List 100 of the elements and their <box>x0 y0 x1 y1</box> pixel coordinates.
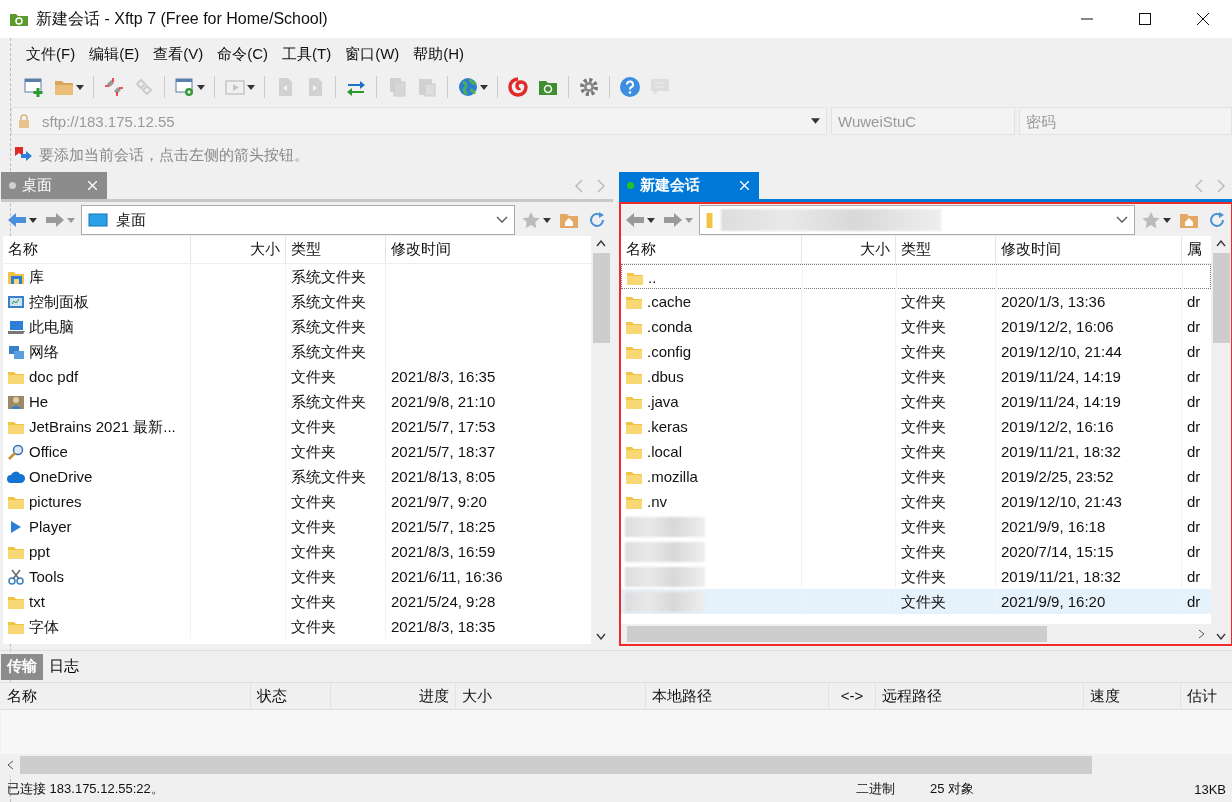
file-name[interactable]: .keras <box>647 414 688 439</box>
menu-item[interactable]: 文件(F) <box>19 44 83 64</box>
caret-icon <box>647 217 655 223</box>
table-cell: 2019/2/25, 23:52 <box>996 464 1182 489</box>
table-cell: 文件夹 <box>286 489 386 514</box>
column-header[interactable]: 修改时间 <box>996 236 1182 263</box>
table-cell: 文件夹 <box>896 339 996 364</box>
file-name[interactable]: .nv <box>647 489 667 514</box>
horizontal-scrollbar[interactable] <box>621 624 1211 644</box>
menu-item[interactable]: 查看(V) <box>146 44 211 64</box>
file-name[interactable]: .mozilla <box>647 464 698 489</box>
selected-row[interactable]: 文件夹 2021/9/9, 16:20 dr <box>621 589 1211 614</box>
file-name[interactable]: He <box>29 389 49 414</box>
file-name[interactable]: 库 <box>29 264 44 289</box>
close-icon <box>1197 13 1209 25</box>
hint-text: 要添加当前会话，点击左侧的箭头按钮。 <box>39 145 309 165</box>
column-header[interactable]: 速度 <box>1084 683 1181 709</box>
table-cell: 文件夹 <box>896 539 996 564</box>
file-name[interactable]: 网络 <box>29 339 59 364</box>
folder-icon <box>706 212 713 228</box>
table-cell: 2019/12/10, 21:44 <box>996 339 1182 364</box>
home-folder-icon <box>1179 211 1199 229</box>
file-name[interactable]: Office <box>29 439 68 464</box>
close-icon <box>88 181 97 190</box>
app-icon <box>10 12 28 26</box>
table-cell: 系统文件夹 <box>286 464 386 489</box>
network-icon <box>7 343 25 360</box>
table-cell: 文件夹 <box>286 589 386 614</box>
table-cell: 文件夹 <box>286 439 386 464</box>
file-name[interactable]: .cache <box>647 289 692 314</box>
column-header[interactable]: 状态 <box>251 683 331 709</box>
file-name[interactable]: txt <box>29 589 45 614</box>
column-header[interactable]: 类型 <box>286 236 386 263</box>
file-name[interactable]: OneDrive <box>29 464 93 489</box>
menu-item[interactable]: 命令(C) <box>210 44 275 64</box>
close-icon <box>740 181 749 190</box>
table-cell: 文件夹 <box>896 389 996 414</box>
menu-item[interactable]: 窗口(W) <box>338 44 407 64</box>
column-header[interactable]: 名称 <box>3 236 191 263</box>
caret-icon <box>29 217 37 223</box>
caret-icon <box>247 84 255 90</box>
file-name[interactable]: Player <box>29 514 72 539</box>
file-name[interactable]: 此电脑 <box>29 314 74 339</box>
menu-item[interactable]: 工具(T) <box>275 44 339 64</box>
file-name[interactable]: .. <box>648 265 657 290</box>
column-header[interactable]: 远程路径 <box>876 683 1084 709</box>
help-icon <box>619 76 641 98</box>
table-cell: 系统文件夹 <box>286 264 386 289</box>
column-header[interactable]: 进度 <box>331 683 456 709</box>
column-header[interactable]: 大小 <box>802 236 896 263</box>
panel-tab[interactable]: 日志 <box>43 653 85 680</box>
file-name[interactable]: pictures <box>29 489 82 514</box>
status-text: 25 对象 <box>930 780 976 798</box>
chevron-down-icon <box>496 216 508 224</box>
table-cell: 系统文件夹 <box>286 389 386 414</box>
vertical-scrollbar[interactable] <box>1211 236 1231 644</box>
file-name[interactable]: Tools <box>29 564 65 589</box>
computer-icon <box>7 318 25 335</box>
control-panel-icon <box>7 293 25 310</box>
file-name[interactable]: .conda <box>647 314 693 339</box>
table-cell: 2019/12/2, 16:06 <box>996 314 1182 339</box>
file-name[interactable]: 字体 <box>29 614 59 639</box>
file-name[interactable]: .dbus <box>647 364 684 389</box>
table-cell: 文件夹 <box>286 539 386 564</box>
password-field[interactable]: 密码 <box>1019 107 1232 135</box>
table-cell: 文件夹 <box>286 514 386 539</box>
table-cell: 2019/11/24, 14:19 <box>996 364 1182 389</box>
column-header[interactable]: 名称 <box>621 236 802 263</box>
file-name[interactable]: .java <box>647 389 679 414</box>
session-tab[interactable]: 新建会话 <box>619 172 759 199</box>
path-field[interactable] <box>699 205 1135 235</box>
scrollbar-thumb[interactable] <box>592 253 610 343</box>
scrollbar-thumb[interactable] <box>627 626 1047 642</box>
column-header[interactable]: 大小 <box>191 236 286 263</box>
column-header[interactable]: 类型 <box>896 236 996 263</box>
scrollbar-thumb[interactable] <box>1212 253 1230 343</box>
table-cell: 系统文件夹 <box>286 339 386 364</box>
file-name[interactable]: .local <box>647 439 683 464</box>
column-header[interactable]: <-> <box>829 683 876 709</box>
column-header[interactable]: 名称 <box>1 683 251 709</box>
table-cell: 系统文件夹 <box>286 289 386 314</box>
file-name[interactable]: JetBrains 2021 最新... <box>29 414 176 439</box>
table-cell: 系统文件夹 <box>286 314 386 339</box>
column-header[interactable]: 本地路径 <box>646 683 829 709</box>
window-gear-icon <box>174 76 196 98</box>
scrollbar-thumb[interactable] <box>20 756 1092 774</box>
table-cell: 2020/1/3, 13:36 <box>996 289 1182 314</box>
file-name[interactable]: 控制面板 <box>29 289 89 314</box>
table-cell: 2021/9/9, 16:18 <box>996 514 1182 539</box>
column-header[interactable]: 大小 <box>456 683 646 709</box>
path-field[interactable]: 桌面 <box>81 205 515 235</box>
table-cell: 文件夹 <box>286 364 386 389</box>
file-name[interactable]: ppt <box>29 539 50 564</box>
column-header[interactable]: 估计 <box>1181 683 1232 709</box>
menu-item[interactable]: 编辑(E) <box>82 44 147 64</box>
menu-item[interactable]: 帮助(H) <box>406 44 472 64</box>
table-cell: 2019/12/10, 21:43 <box>996 489 1182 514</box>
caret-icon <box>197 84 205 90</box>
file-name[interactable]: doc pdf <box>29 364 79 389</box>
file-name[interactable]: .config <box>647 339 692 364</box>
